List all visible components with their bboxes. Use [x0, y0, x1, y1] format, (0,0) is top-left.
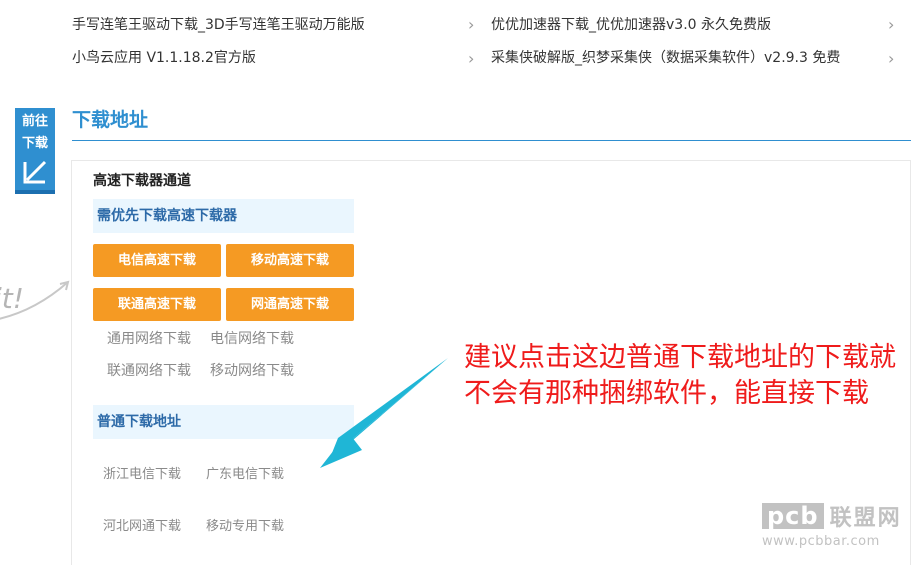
site-watermark: pcb 联盟网 www.pcbbar.com — [762, 500, 902, 549]
chevron-right-icon: › — [888, 49, 895, 68]
guangdong-telecom-download-link[interactable]: 广东电信下载 — [206, 463, 284, 482]
mobile-fast-download-button[interactable]: 移动高速下载 — [226, 244, 354, 277]
title-divider — [72, 140, 911, 141]
related-link[interactable]: 小鸟云应用 V1.1.18.2官方版 — [72, 47, 256, 67]
telecom-fast-download-button[interactable]: 电信高速下载 — [93, 244, 221, 277]
decorative-scribble: it! — [0, 280, 70, 320]
fast-channel-heading: 高速下载器通道 — [93, 173, 191, 189]
watermark-name: 联盟网 — [829, 506, 902, 531]
unicom-fast-download-button[interactable]: 联通高速下载 — [93, 288, 221, 321]
related-link[interactable]: 手写连笔王驱动下载_3D手写连笔王驱动万能版 — [72, 14, 365, 34]
section-title: 下载地址 — [72, 109, 149, 131]
annotation-text: 建议点击这边普通下载地址的下载就不会有那种捆绑软件，能直接下载 — [464, 342, 896, 409]
chevron-right-icon: › — [468, 49, 475, 68]
zhejiang-telecom-download-link[interactable]: 浙江电信下载 — [103, 463, 181, 482]
goto-badge-line1: 前往 — [21, 114, 48, 129]
fast-channel-band: 需优先下载高速下载器 — [93, 199, 354, 233]
unicom-network-download-link[interactable]: 联通网络下载 — [107, 360, 191, 380]
watermark-url: www.pcbbar.com — [762, 534, 880, 549]
related-link[interactable]: 优优加速器下载_优优加速器v3.0 永久免费版 — [491, 14, 771, 34]
chevron-right-icon: › — [888, 15, 895, 34]
mobile-dedicated-download-link[interactable]: 移动专用下载 — [206, 515, 284, 534]
scribble-text: it! — [0, 282, 24, 315]
arrow-down-left-icon — [23, 160, 47, 184]
chevron-right-icon: › — [468, 15, 475, 34]
mobile-network-download-link[interactable]: 移动网络下载 — [210, 360, 294, 380]
telecom-network-download-link[interactable]: 电信网络下载 — [210, 328, 294, 348]
annotation-arrow-icon — [320, 358, 448, 468]
watermark-logo: pcb — [762, 503, 824, 529]
hebei-netcom-download-link[interactable]: 河北网通下载 — [103, 515, 181, 534]
netcom-fast-download-button[interactable]: 网通高速下载 — [226, 288, 354, 321]
general-network-download-link[interactable]: 通用网络下载 — [107, 328, 191, 348]
goto-badge-line2: 下载 — [21, 136, 48, 151]
related-link[interactable]: 采集侠破解版_织梦采集侠（数据采集软件）v2.9.3 免费 — [491, 47, 840, 67]
goto-download-badge[interactable]: 前往 下载 — [15, 108, 55, 194]
